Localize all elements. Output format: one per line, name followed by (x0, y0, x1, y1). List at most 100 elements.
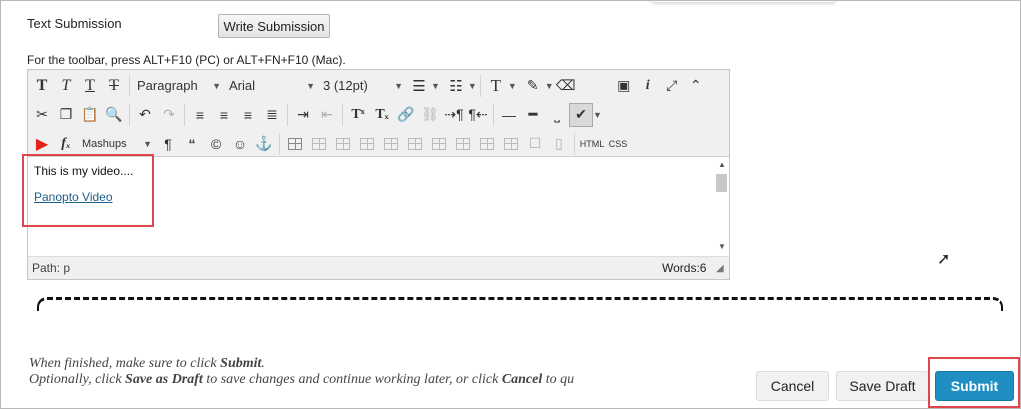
html-source-button[interactable]: HTML (578, 132, 606, 156)
chevron-down-icon[interactable]: ▼ (468, 81, 477, 91)
youtube-icon[interactable]: ▶ (30, 132, 54, 156)
thick-rule-icon[interactable]: ━ (521, 103, 545, 127)
toolbar-hint: For the toolbar, press ALT+F10 (PC) or A… (27, 53, 346, 67)
scroll-thumb[interactable] (716, 174, 727, 192)
separator (479, 74, 481, 97)
rtl-icon[interactable]: ¶⇠ (466, 103, 490, 127)
editor-status-bar: Path: p Words:6 ◢ (28, 256, 729, 279)
table-row-props-icon[interactable]: ☐ (523, 132, 547, 156)
word-count: Words:6 (662, 261, 707, 275)
table-props-icon[interactable]: ▯ (547, 132, 571, 156)
chevron-down-icon[interactable]: ▼ (431, 81, 440, 91)
eraser-icon[interactable]: ⌫ (554, 74, 578, 98)
toolbar-row-1: T T T T Paragraph ▼ Arial ▼ 3 (12pt) ▼ ☰ ▼ ☷… (28, 71, 729, 100)
submit-button[interactable]: Submit (935, 371, 1014, 401)
highlight-pen-icon[interactable]: ✎ (521, 74, 545, 98)
content-highlight-box (22, 154, 154, 227)
separator (279, 132, 280, 155)
italic-icon[interactable]: T (54, 74, 78, 98)
info-icon[interactable]: i (636, 74, 660, 98)
instr-text: to qu (542, 372, 575, 387)
redo-icon[interactable]: ↷ (157, 103, 181, 127)
resize-handle-icon[interactable]: ◢ (716, 263, 724, 274)
cut-icon[interactable]: ✂ (30, 103, 54, 127)
chevron-down-icon[interactable]: ▼ (545, 81, 554, 91)
font-size-select[interactable]: 3 (12pt) ▼ (319, 75, 407, 97)
dropdown-edge (651, 0, 836, 3)
undo-icon[interactable]: ↶ (133, 103, 157, 127)
text-submission-label: Text Submission (27, 16, 122, 31)
indent-icon[interactable]: ⇥ (291, 103, 315, 127)
anchor-icon[interactable]: ⚓ (252, 132, 276, 156)
align-right-icon[interactable]: ≡ (236, 103, 260, 127)
css-button[interactable]: CSS (606, 132, 630, 156)
insert-table-icon[interactable] (283, 132, 307, 156)
fullscreen-icon[interactable]: ⤢ (660, 74, 684, 98)
align-left-icon[interactable]: ≡ (188, 103, 212, 127)
strikethrough-icon[interactable]: T (102, 74, 126, 98)
table-col-before-icon[interactable] (379, 132, 403, 156)
link-icon[interactable]: 🔗 (394, 103, 418, 127)
toolbar-row-2: ✂ ❐ 📋 🔍 ↶ ↷ ≡ ≡ ≡ ≣ ⇥ ⇤ Tˣ Tₓ 🔗 ⛓ ⇢¶ ¶⇠ … (28, 100, 602, 129)
table-delete-row-icon[interactable] (355, 132, 379, 156)
horizontal-rule-icon[interactable]: — (497, 103, 521, 127)
spellcheck-icon[interactable]: ✔ (569, 102, 593, 127)
separator (184, 103, 185, 126)
chevron-down-icon: ▼ (212, 80, 221, 91)
copyright-icon[interactable]: © (204, 132, 228, 156)
font-family-select[interactable]: Arial ▼ (225, 75, 319, 97)
outdent-icon[interactable]: ⇤ (315, 103, 339, 127)
font-size-value: 3 (12pt) (323, 78, 368, 93)
paste-icon[interactable]: 📋 (78, 103, 102, 127)
superscript-icon[interactable]: Tˣ (346, 103, 370, 127)
blockquote-icon[interactable]: “ (180, 132, 204, 156)
separator (342, 103, 343, 126)
unlink-icon[interactable]: ⛓ (418, 103, 442, 127)
table-col-after-icon[interactable] (403, 132, 427, 156)
table-delete-col-icon[interactable] (427, 132, 451, 156)
chevron-down-icon: ▼ (306, 80, 315, 91)
table-cell-props-icon[interactable] (499, 132, 523, 156)
editor-scrollbar[interactable]: ▲ ▼ (714, 158, 729, 256)
table-merge-icon[interactable] (475, 132, 499, 156)
table-row-before-icon[interactable] (307, 132, 331, 156)
table-split-icon[interactable] (451, 132, 475, 156)
copy-icon[interactable]: ❐ (54, 103, 78, 127)
align-justify-icon[interactable]: ≣ (260, 103, 284, 127)
editor-toolbar: T T T T Paragraph ▼ Arial ▼ 3 (12pt) ▼ ☰ ▼ ☷… (28, 70, 729, 157)
text-style-icon[interactable]: T (484, 74, 508, 98)
find-icon[interactable]: 🔍 (102, 103, 126, 127)
scroll-down-icon[interactable]: ▼ (718, 242, 726, 251)
chevron-down-icon[interactable]: ▼ (508, 81, 517, 91)
emoticon-icon[interactable]: ☺ (228, 132, 252, 156)
paragraph-format-value: Paragraph (137, 78, 198, 93)
scroll-up-icon[interactable]: ▲ (718, 160, 726, 169)
separator (287, 103, 288, 126)
mashups-select[interactable]: Mashups ▼ (78, 133, 156, 155)
save-draft-button[interactable]: Save Draft (836, 371, 929, 401)
align-center-icon[interactable]: ≡ (212, 103, 236, 127)
paragraph-format-select[interactable]: Paragraph ▼ (133, 75, 225, 97)
math-formula-icon[interactable]: fₓ (54, 132, 78, 156)
collapse-icon[interactable]: ⌃ (684, 74, 708, 98)
numbered-list-icon[interactable]: ☷ (444, 74, 468, 98)
bold-icon[interactable]: T (30, 74, 54, 98)
nonbreaking-space-icon[interactable]: ⎵ (545, 103, 569, 127)
ltr-icon[interactable]: ⇢¶ (442, 103, 466, 127)
instructions-line-2: Optionally, click Save as Draft to save … (29, 372, 619, 388)
separator (129, 103, 130, 126)
preview-icon[interactable]: ▣ (612, 74, 636, 98)
dashed-divider (37, 297, 1003, 311)
chevron-down-icon[interactable]: ▼ (593, 110, 602, 120)
paragraph-mark-icon[interactable]: ¶ (156, 132, 180, 156)
instr-submit: Submit (220, 356, 262, 371)
chevron-down-icon: ▼ (394, 80, 403, 91)
element-path: Path: p (32, 261, 71, 275)
table-row-after-icon[interactable] (331, 132, 355, 156)
cancel-button[interactable]: Cancel (756, 371, 829, 401)
bullet-list-icon[interactable]: ☰ (407, 74, 431, 98)
write-submission-button[interactable]: Write Submission (218, 14, 330, 38)
chevron-down-icon: ▼ (143, 138, 152, 149)
underline-icon[interactable]: T (78, 74, 102, 98)
subscript-icon[interactable]: Tₓ (370, 103, 394, 127)
